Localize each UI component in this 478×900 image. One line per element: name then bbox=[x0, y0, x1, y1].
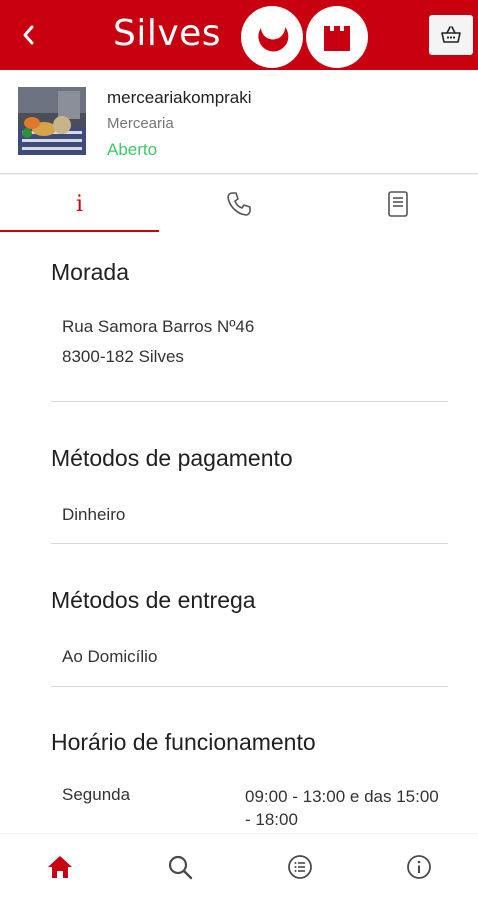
home-icon bbox=[48, 856, 72, 878]
payment-method: Dinheiro bbox=[62, 505, 126, 524]
address-line-1: Rua Samora Barros Nº46 bbox=[62, 317, 255, 336]
payment-title: Métodos de pagamento bbox=[51, 445, 293, 471]
tab-info[interactable]: i bbox=[0, 175, 159, 233]
nav-search[interactable] bbox=[120, 834, 240, 900]
delivery-method: Ao Domicílio bbox=[62, 647, 158, 666]
delivery-title: Métodos de entrega bbox=[51, 587, 256, 613]
back-button[interactable] bbox=[14, 20, 42, 50]
app-header: Silves bbox=[0, 0, 478, 70]
tab-phone[interactable] bbox=[159, 175, 318, 233]
nav-about[interactable] bbox=[359, 834, 478, 900]
basket-button[interactable] bbox=[429, 15, 473, 55]
store-card: merceariakompraki Mercearia Aberto bbox=[0, 70, 478, 174]
crescent-logo bbox=[241, 6, 303, 68]
store-thumbnail bbox=[18, 87, 86, 155]
phone-icon bbox=[226, 192, 251, 216]
address-line-2: 8300-182 Silves bbox=[62, 347, 184, 366]
store-category: Mercearia bbox=[107, 115, 174, 132]
basket-icon bbox=[441, 26, 461, 43]
store-tabs: i bbox=[0, 175, 478, 233]
store-name: merceariakompraki bbox=[107, 88, 252, 107]
nav-home[interactable] bbox=[0, 834, 120, 900]
search-icon bbox=[168, 855, 193, 880]
app-title: Silves bbox=[113, 13, 222, 54]
active-tab-indicator bbox=[0, 230, 159, 232]
castle-icon bbox=[324, 26, 350, 51]
divider bbox=[51, 686, 448, 687]
menu-document-icon bbox=[387, 191, 408, 217]
hours-time: 09:00 - 13:00 e das 15:00 - 18:00 bbox=[245, 787, 439, 829]
hours-day: Segunda bbox=[62, 785, 131, 804]
divider bbox=[51, 543, 448, 544]
store-details: Morada Rua Samora Barros Nº46 8300-182 S… bbox=[0, 233, 478, 833]
list-icon bbox=[288, 855, 312, 879]
store-photo bbox=[18, 87, 86, 155]
nav-list[interactable] bbox=[240, 834, 360, 900]
store-status: Aberto bbox=[107, 140, 158, 159]
divider bbox=[51, 401, 448, 402]
info-icon: i bbox=[75, 191, 84, 217]
chevron-left-icon bbox=[23, 25, 34, 45]
address-title: Morada bbox=[51, 259, 129, 285]
info-icon bbox=[407, 855, 431, 879]
crescent-icon bbox=[258, 27, 289, 52]
castle-logo bbox=[306, 6, 368, 68]
bottom-navigation bbox=[0, 834, 478, 900]
hours-title: Horário de funcionamento bbox=[51, 729, 316, 755]
tab-menu[interactable] bbox=[318, 175, 477, 233]
